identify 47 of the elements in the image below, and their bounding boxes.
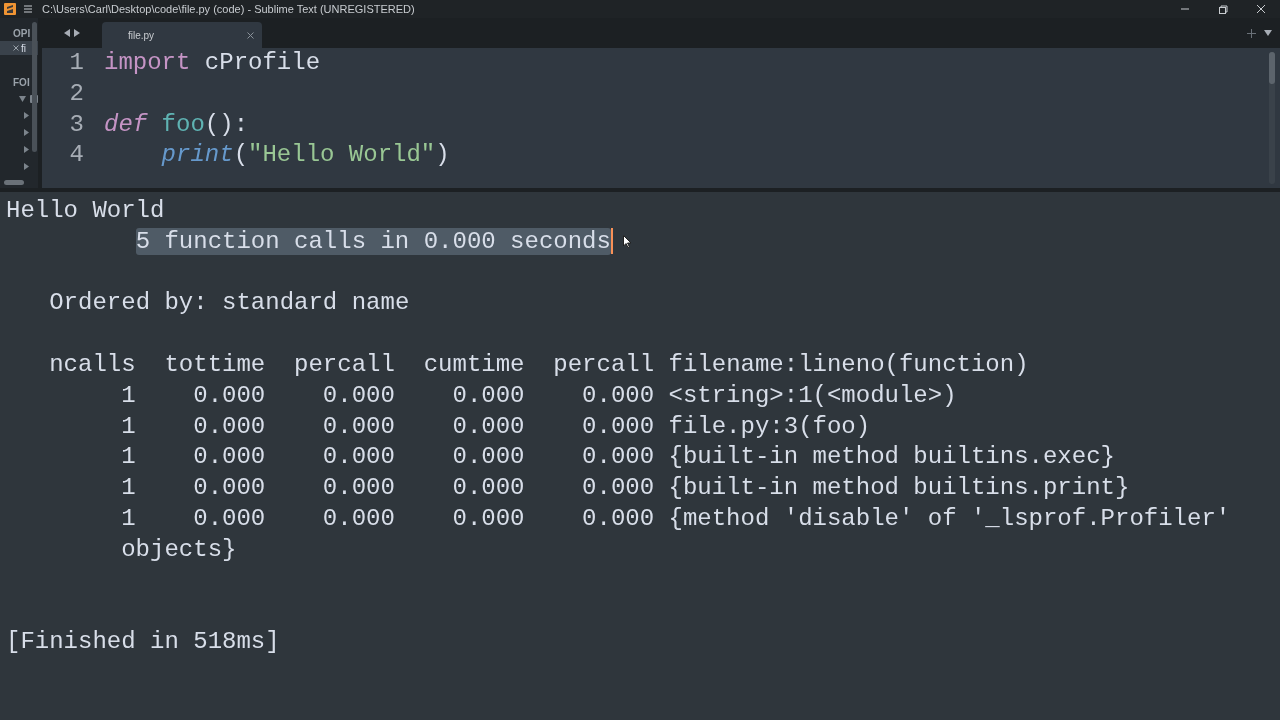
line-number: 3 <box>68 109 84 140</box>
code-token: ( <box>233 141 249 169</box>
code-token: ) <box>435 141 450 169</box>
code-token: import <box>104 49 191 76</box>
forward-arrow-icon[interactable] <box>74 29 80 37</box>
disclosure-icon[interactable] <box>24 112 29 119</box>
text-cursor <box>610 228 613 255</box>
file-tab[interactable]: file.py <box>102 22 262 48</box>
code-token: print <box>160 141 234 169</box>
disclosure-icon[interactable] <box>24 146 29 153</box>
output-line: 1 0.000 0.000 0.000 0.000 {built-in method builtins.exec} <box>121 443 1115 471</box>
restore-icon <box>1216 3 1230 15</box>
output-line: 1 0.000 0.000 0.000 0.000 {method 'disable' of '_lsprof.Profiler' <box>121 504 1231 532</box>
output-line: 1 0.000 0.000 0.000 0.000 {built-in method builtins.print} <box>121 474 1130 502</box>
plus-icon[interactable] <box>1247 28 1256 38</box>
scrollbar-thumb[interactable] <box>1269 52 1275 84</box>
close-icon[interactable] <box>13 45 19 51</box>
output-line: 1 0.000 0.000 0.000 0.000 file.py:3(foo) <box>121 412 871 440</box>
code-token: cProfile <box>203 49 321 76</box>
output-line: Ordered by: standard name <box>49 289 410 317</box>
close-icon <box>1254 3 1268 15</box>
output-line: Hello World <box>6 197 165 224</box>
line-number: 2 <box>68 78 84 109</box>
disclosure-icon[interactable] <box>19 95 26 102</box>
window-title: C:\Users\Carl\Desktop\code\file.py (code) - Sublime Text (UNREGISTERED) <box>42 1 416 17</box>
line-number: 1 <box>68 48 84 78</box>
code-token: "Hello World" <box>248 141 436 169</box>
scrollbar[interactable] <box>4 180 24 185</box>
close-icon[interactable] <box>247 31 254 39</box>
disclosure-icon[interactable] <box>24 129 29 136</box>
code-token: (): <box>204 110 249 138</box>
output-line: [Finished in 518ms] <box>6 628 280 656</box>
output-line: 1 0.000 0.000 0.000 0.000 <string>:1(<module>) <box>121 381 957 409</box>
line-number: 4 <box>68 140 84 171</box>
sidebar-header: FOI <box>12 76 31 90</box>
back-arrow-icon[interactable] <box>64 29 70 37</box>
mouse-pointer-icon <box>622 234 632 248</box>
menu-icon[interactable] <box>22 3 34 15</box>
scrollbar[interactable] <box>32 22 37 152</box>
disclosure-icon[interactable] <box>24 163 29 170</box>
output-line: objects} <box>121 535 237 563</box>
code-token: foo <box>160 110 205 138</box>
dropdown-icon[interactable] <box>1264 30 1272 36</box>
sidebar-header: OPI <box>12 27 32 41</box>
code-token: def <box>104 110 148 138</box>
output-line: ncalls tottime percall cumtime percall filename:lineno(function) <box>49 351 1029 378</box>
logo-icon[interactable] <box>4 3 16 15</box>
